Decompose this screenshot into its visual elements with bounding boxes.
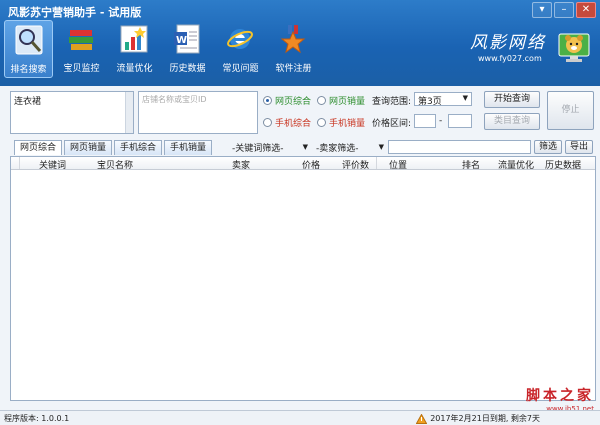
word-document-icon: W <box>174 24 200 54</box>
brand: 风影网络 www.fy027.com <box>470 28 546 63</box>
star-medal-icon <box>280 25 306 54</box>
bar-chart-icon <box>120 25 148 53</box>
table-header: 关键词 宝贝名称 卖家 价格 评价数 位置 排名 流量优化 历史数据 <box>11 157 595 171</box>
tab-mobile-sales[interactable]: 手机销量 <box>164 140 213 155</box>
range-label: 查询范围: <box>372 97 412 107</box>
tab-web-sales[interactable]: 网页销量 <box>64 140 113 155</box>
window-title: 风影苏宁营销助手 - 试用版 <box>8 6 142 19</box>
toolbar-label: 宝贝监控 <box>63 64 100 74</box>
magnifier-icon <box>15 25 43 55</box>
column-header-reviews[interactable]: 评价数 <box>342 158 369 171</box>
toolbar-label: 历史数据 <box>169 64 206 74</box>
keyword-scrollbar[interactable] <box>125 92 133 133</box>
radio-label: 网页综合 <box>275 97 312 107</box>
toolbar-label: 排名搜索 <box>10 65 47 75</box>
radio-label: 手机综合 <box>275 119 312 129</box>
watermark: 脚本之家 www.jb51.net <box>526 385 594 413</box>
radio-dot <box>317 96 326 105</box>
keyword-textarea[interactable]: 连衣裙 <box>10 91 134 134</box>
chevron-down-icon: ▼ <box>378 143 384 151</box>
stop-button[interactable]: 停止 <box>547 91 594 130</box>
category-query-button[interactable]: 类目查询 <box>484 113 540 130</box>
toolbar-item-rank-search[interactable]: 排名搜索 <box>4 20 53 78</box>
svg-text:W: W <box>176 35 187 46</box>
column-header-seller[interactable]: 卖家 <box>232 158 250 171</box>
watermark-title: 脚本之家 <box>526 388 594 404</box>
window-controls: ▾ – ✕ <box>532 2 596 18</box>
keyword-filter-value: -关键词筛选- <box>232 144 284 154</box>
minimize-button[interactable]: – <box>554 2 574 18</box>
main-toolbar: 排名搜索 宝贝监控 流量优化 W 历史数据 常见问题 软件注册 <box>4 20 318 78</box>
toolbar-item-item-monitor[interactable]: 宝贝监控 <box>57 20 106 78</box>
version-text: 程序版本: 1.0.0.1 <box>4 414 70 423</box>
range-value: 第3页 <box>418 97 442 107</box>
shop-placeholder: 店铺名称或宝贝ID <box>142 95 207 104</box>
close-button[interactable]: ✕ <box>576 2 596 18</box>
brand-name: 风影网络 <box>470 33 546 53</box>
chevron-down-icon: ▼ <box>302 143 308 151</box>
toolbar-label: 流量优化 <box>116 64 153 74</box>
column-header-position[interactable]: 位置 <box>389 158 407 171</box>
toolbar-label: 常见问题 <box>222 64 259 74</box>
radio-label: 网页销量 <box>329 97 366 107</box>
radio-dot <box>263 118 272 127</box>
toolbar-item-faq[interactable]: 常见问题 <box>216 20 265 78</box>
radio-mobile-sales[interactable]: 手机销量 <box>317 116 365 129</box>
brand-url: www.fy027.com <box>478 54 542 63</box>
radio-web-sales[interactable]: 网页销量 <box>317 94 365 107</box>
column-separator <box>19 157 20 169</box>
radio-mobile-comprehensive[interactable]: 手机综合 <box>263 116 311 129</box>
mascot-monitor-icon <box>558 33 590 62</box>
price-separator: - <box>439 116 443 126</box>
shop-input[interactable]: 店铺名称或宝贝ID <box>138 91 258 134</box>
results-table: 关键词 宝贝名称 卖家 价格 评价数 位置 排名 流量优化 历史数据 <box>10 156 596 401</box>
column-header-history[interactable]: 历史数据 <box>545 158 581 171</box>
status-bar: 程序版本: 1.0.0.1 2017年2月21日到期, 剩余7天 <box>0 410 600 425</box>
result-tabs: 网页综合 网页销量 手机综合 手机销量 <box>14 140 213 155</box>
toolbar-item-traffic-optimize[interactable]: 流量优化 <box>110 20 159 78</box>
column-header-keyword[interactable]: 关键词 <box>39 158 66 171</box>
start-query-button[interactable]: 开始查询 <box>484 91 540 108</box>
radio-dot <box>263 96 272 105</box>
books-icon <box>69 30 93 50</box>
tab-web-comprehensive[interactable]: 网页综合 <box>14 140 63 155</box>
price-label: 价格区间: <box>372 119 412 129</box>
menu-button[interactable]: ▾ <box>532 2 552 18</box>
price-min-input[interactable] <box>414 114 436 128</box>
export-button[interactable]: 导出 <box>565 140 593 154</box>
column-header-traffic-optimize[interactable]: 流量优化 <box>498 158 534 171</box>
column-separator <box>376 157 377 169</box>
toolbar-label: 软件注册 <box>275 64 312 74</box>
filter-button[interactable]: 筛选 <box>534 140 562 154</box>
title-bar: 风影苏宁营销助手 - 试用版 ▾ – ✕ 排名搜索 宝贝监控 流量优化 W 历史… <box>0 0 600 86</box>
price-max-input[interactable] <box>448 114 472 128</box>
column-header-rank[interactable]: 排名 <box>462 158 480 171</box>
radio-dot <box>317 118 326 127</box>
chevron-down-icon: ▼ <box>462 94 468 102</box>
tab-mobile-comprehensive[interactable]: 手机综合 <box>114 140 163 155</box>
filter-text-input[interactable] <box>388 140 531 154</box>
keyword-filter-select[interactable]: -关键词筛选- ▼ <box>230 141 310 155</box>
range-select[interactable]: 第3页 ▼ <box>414 92 472 107</box>
radio-label: 手机销量 <box>329 119 366 129</box>
toolbar-item-history[interactable]: W 历史数据 <box>163 20 212 78</box>
expiry-info: 2017年2月21日到期, 剩余7天 <box>416 413 540 424</box>
column-header-item-name[interactable]: 宝贝名称 <box>97 158 133 171</box>
seller-filter-value: -卖家筛选- <box>316 144 359 154</box>
ie-browser-icon <box>227 29 253 49</box>
seller-filter-select[interactable]: -卖家筛选- ▼ <box>314 141 386 155</box>
column-header-price[interactable]: 价格 <box>302 158 320 171</box>
keyword-value: 连衣裙 <box>14 97 42 107</box>
main-panel: 连衣裙 店铺名称或宝贝ID 网页综合 网页销量 手机综合 手机销量 查询范围: … <box>4 88 596 410</box>
radio-web-comprehensive[interactable]: 网页综合 <box>263 94 311 107</box>
toolbar-item-register[interactable]: 软件注册 <box>269 20 318 78</box>
warning-icon <box>416 413 428 424</box>
expiry-text: 2017年2月21日到期, 剩余7天 <box>430 414 540 423</box>
